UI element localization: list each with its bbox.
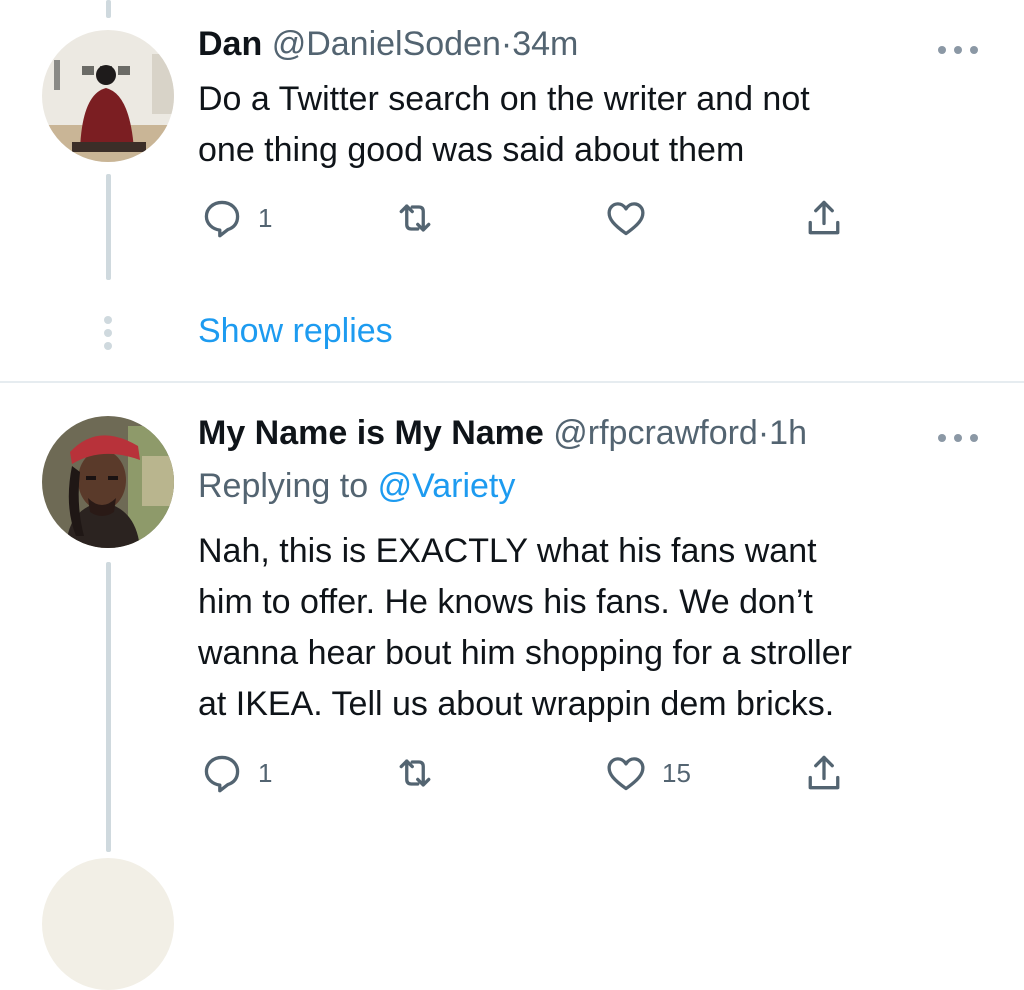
tweet2-time[interactable]: 1h — [769, 414, 807, 452]
heart-icon — [607, 202, 645, 236]
retweet-icon — [399, 204, 431, 232]
tweet1-share-button[interactable] — [802, 196, 846, 240]
avatar-next-tweet[interactable] — [42, 858, 174, 990]
tweet1-reply-button[interactable]: 1 — [200, 196, 272, 240]
share-icon — [808, 200, 840, 235]
tweet1-more-icon[interactable] — [937, 36, 979, 56]
heart-icon — [607, 757, 645, 791]
tweet2-text: Nah, this is EXACTLY what his fans want … — [198, 532, 852, 723]
avatar-dan[interactable] — [42, 30, 174, 162]
tweet2-header: My Name is My Name @rfpcrawford·1h — [198, 413, 807, 453]
tweet2-like-count: 15 — [662, 757, 691, 788]
tweet1-reply-count: 1 — [258, 202, 273, 233]
avatar-photo — [42, 30, 174, 162]
tweet2-display-name[interactable]: My Name is My Name — [198, 414, 544, 452]
avatar-rfpcrawford[interactable] — [42, 416, 174, 548]
replying-prefix: Replying to — [198, 467, 369, 505]
tweet1-header: Dan @DanielSoden·34m — [198, 24, 578, 64]
thread-line-tweet1 — [106, 174, 111, 280]
share-icon — [808, 755, 840, 790]
tweet1-display-name[interactable]: Dan — [198, 25, 262, 63]
tweet2-like-button[interactable]: 15 — [604, 751, 691, 795]
thread-continuation-dots — [102, 316, 114, 355]
tweet1-text: Do a Twitter search on the writer and no… — [198, 80, 810, 169]
thread-line-tweet2 — [106, 562, 111, 852]
tweet1-separator: · — [500, 25, 513, 63]
avatar-photo — [42, 416, 174, 548]
tweet2-more-icon[interactable] — [937, 424, 979, 444]
show-replies-link[interactable]: Show replies — [198, 311, 393, 351]
tweet2-retweet-button[interactable] — [393, 751, 437, 795]
tweet-divider — [0, 381, 1024, 383]
tweet2-share-button[interactable] — [802, 751, 846, 795]
tweet2-reply-button[interactable]: 1 — [200, 751, 272, 795]
tweet2-replying-to: Replying to @Variety — [198, 466, 515, 506]
tweet1-handle[interactable]: @DanielSoden — [272, 25, 501, 63]
tweet1-like-button[interactable] — [604, 196, 648, 240]
replying-mention-link[interactable]: @Variety — [378, 467, 516, 505]
reply-icon — [204, 755, 240, 793]
tweet1-time[interactable]: 34m — [512, 25, 578, 63]
reply-icon — [204, 200, 240, 238]
retweet-icon — [399, 759, 431, 787]
thread-line-top — [106, 0, 111, 18]
tweet2-reply-count: 1 — [258, 757, 273, 788]
tweet1-retweet-button[interactable] — [393, 196, 437, 240]
tweet2-handle[interactable]: @rfpcrawford — [553, 414, 758, 452]
tweet2-separator: · — [757, 414, 770, 452]
